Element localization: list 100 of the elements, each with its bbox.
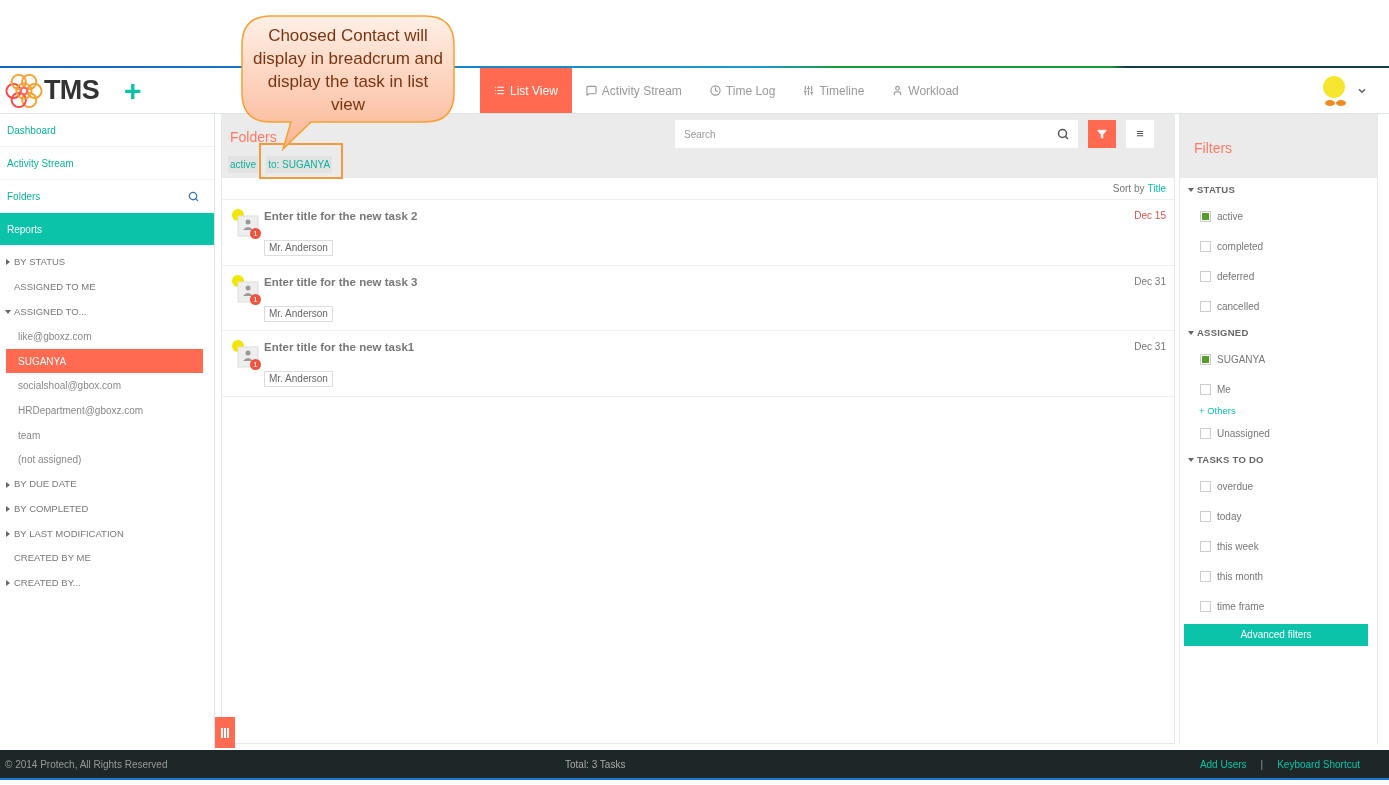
filter-checkbox[interactable] <box>1200 480 1211 492</box>
callout-text: Choosed Contact will display in breadcrum and display the task in list view <box>253 25 443 116</box>
filter-checkbox[interactable] <box>1200 600 1211 612</box>
count-badge: 1 <box>250 293 261 305</box>
report-item[interactable]: (not assigned) <box>6 447 203 473</box>
report-group[interactable]: BY DUE DATE <box>0 472 214 497</box>
task-row[interactable]: 1 Enter title for the new task 3 Mr. Anderson Dec 31 <box>222 265 1174 331</box>
filter-section-title: ASSIGNED <box>1197 325 1249 340</box>
filter-option-label: overdue <box>1217 479 1254 494</box>
report-item[interactable]: HRDepartment@gboxz.com <box>6 398 203 423</box>
sidebar-item[interactable]: Activity Stream <box>0 147 214 180</box>
view-tab[interactable]: Workload <box>878 68 973 113</box>
panel-toggle-button[interactable] <box>215 717 235 748</box>
report-item[interactable]: SUGANYA <box>6 348 203 374</box>
filter-checkbox[interactable] <box>1200 270 1211 282</box>
sidebar-item[interactable]: Dashboard <box>0 114 214 147</box>
filter-checkbox[interactable] <box>1200 540 1211 552</box>
filter-option-label: active <box>1217 209 1244 224</box>
tab-icon <box>585 85 597 96</box>
filter-option-label: this month <box>1217 569 1264 584</box>
panel-title: Folders <box>230 128 277 147</box>
report-group-label: BY LAST MODIFICATION <box>14 526 124 541</box>
report-group[interactable]: ASSIGNED TO ME <box>0 274 214 300</box>
filter-checkbox[interactable] <box>1200 510 1211 522</box>
tab-icon <box>494 85 505 96</box>
assignee-tag: Mr. Anderson <box>264 371 333 388</box>
report-item[interactable]: socialshoal@gbox.com <box>6 373 203 399</box>
avatar-icon <box>230 208 260 238</box>
filter-section-header[interactable]: STATUS <box>1180 179 1377 201</box>
filter-checkbox[interactable] <box>1200 353 1211 365</box>
task-title[interactable]: Enter title for the new task 2 <box>264 208 418 226</box>
view-tab[interactable]: Time Log <box>695 68 790 113</box>
advanced-filters-button[interactable]: Advanced filters <box>1184 623 1368 646</box>
filter-option-label: deferred <box>1217 269 1255 284</box>
filter-checkbox[interactable] <box>1200 427 1211 439</box>
report-item[interactable]: team <box>6 422 203 448</box>
tab-icon <box>803 85 815 96</box>
filter-checkbox[interactable] <box>1200 210 1211 222</box>
report-group-label: CREATED BY... <box>14 576 81 591</box>
report-group[interactable]: BY STATUS <box>0 250 214 275</box>
copyright-text: © 2014 Protech, All Rights Reserved <box>5 757 169 772</box>
footer-link[interactable]: Keyboard Shortcut <box>1277 756 1360 772</box>
filter-checkbox[interactable] <box>1200 570 1211 582</box>
task-title[interactable]: Enter title for the new task1 <box>264 339 415 357</box>
sort-link[interactable]: Title <box>1147 181 1166 196</box>
report-group-label: BY STATUS <box>14 255 66 270</box>
filter-option-label: cancelled <box>1217 299 1260 314</box>
filter-section-title: TASKS TO DO <box>1197 452 1264 467</box>
filter-option-label: Unassigned <box>1217 426 1270 441</box>
filter-button[interactable] <box>1088 120 1116 148</box>
task-row[interactable]: 1 Enter title for the new task 2 Mr. Anderson Dec 15 <box>222 200 1174 266</box>
tab-icon <box>709 85 721 96</box>
menu-button[interactable]: ≡ <box>1126 120 1154 148</box>
avatar-icon <box>230 339 260 369</box>
others-link[interactable]: + Others <box>1199 403 1236 419</box>
filter-option-label: today <box>1217 509 1242 524</box>
link-separator: | <box>1260 757 1264 772</box>
breadcrumb[interactable]: to: SUGANYA <box>266 156 333 173</box>
footer-link[interactable]: Add Users <box>1199 756 1247 772</box>
search-icon[interactable] <box>1057 128 1069 140</box>
total-tasks-text: Total: 3 Tasks <box>565 757 626 772</box>
sort-label: Sort by <box>1112 182 1145 196</box>
filter-section-header[interactable]: ASSIGNED <box>1180 322 1377 344</box>
filter-section-header[interactable]: TASKS TO DO <box>1180 449 1377 471</box>
filter-checkbox[interactable] <box>1200 383 1211 395</box>
report-group[interactable]: CREATED BY... <box>0 570 214 596</box>
filter-icon <box>1097 129 1107 139</box>
app-logo-text: TMS <box>44 74 99 108</box>
bars-icon <box>221 727 229 738</box>
report-group[interactable]: BY LAST MODIFICATION <box>0 521 214 547</box>
filter-option-label: this week <box>1217 539 1259 554</box>
task-row[interactable]: 1 Enter title for the new task1 Mr. Anderson Dec 31 <box>222 331 1174 397</box>
due-date: Dec 31 <box>1134 274 1166 289</box>
view-tab[interactable]: List View <box>480 68 572 113</box>
count-badge: 1 <box>250 228 261 239</box>
breadcrumb[interactable]: active <box>228 156 259 173</box>
filter-checkbox[interactable] <box>1200 240 1211 252</box>
filter-option-label: time frame <box>1217 599 1265 614</box>
assignee-tag: Mr. Anderson <box>264 240 333 257</box>
report-group[interactable]: BY COMPLETED <box>0 496 214 522</box>
report-group[interactable]: ASSIGNED TO... <box>0 299 214 325</box>
filter-section-title: STATUS <box>1197 182 1235 197</box>
report-item[interactable]: like@gboxz.com <box>6 324 203 349</box>
user-avatar-icon[interactable] <box>1321 74 1349 107</box>
count-badge: 1 <box>250 359 261 370</box>
avatar-icon <box>230 273 260 304</box>
search-icon[interactable] <box>188 190 199 202</box>
filter-checkbox[interactable] <box>1200 300 1211 312</box>
assignee-tag: Mr. Anderson <box>264 305 333 322</box>
add-button[interactable]: + <box>123 75 142 106</box>
tab-icon <box>892 85 904 96</box>
task-title[interactable]: Enter title for the new task 3 <box>264 273 418 291</box>
search-field[interactable]: Search <box>675 120 1078 148</box>
report-group[interactable]: CREATED BY ME <box>0 546 214 571</box>
report-group-label: BY COMPLETED <box>14 502 89 517</box>
report-group-label: ASSIGNED TO ME <box>14 279 96 294</box>
sidebar-item[interactable]: Reports <box>0 213 214 246</box>
report-group-label: ASSIGNED TO... <box>14 304 87 319</box>
view-tab[interactable]: Activity Stream <box>571 68 696 113</box>
view-tab[interactable]: Timeline <box>789 68 879 113</box>
